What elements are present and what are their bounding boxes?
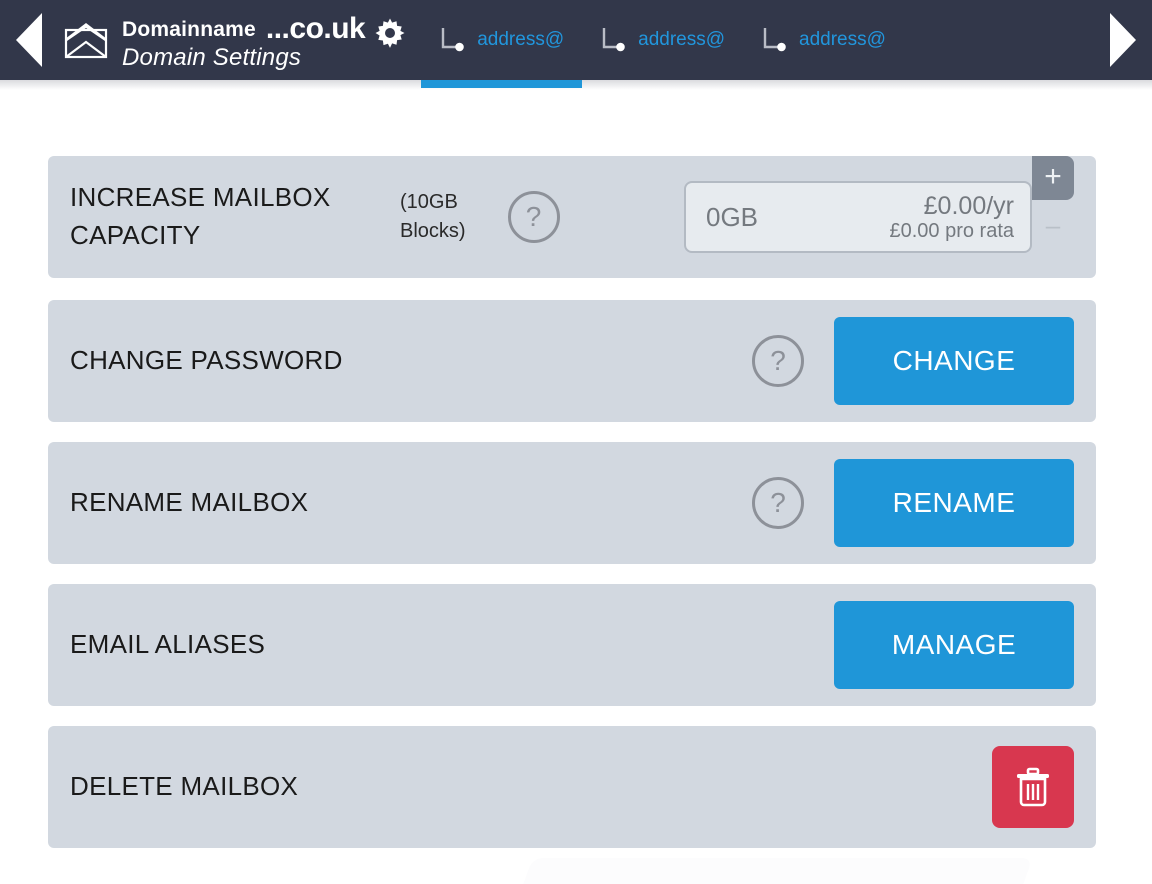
mailbox-branch-icon [602, 28, 625, 52]
capacity-price-group: £0.00/yr £0.00 pro rata [889, 192, 1014, 242]
page-subtitle: Domain Settings [122, 44, 302, 71]
mailbox-tab-2[interactable]: address@ [582, 0, 743, 80]
row-rename-mailbox: RENAME MAILBOX ? RENAME [48, 442, 1096, 564]
domain-tld: ...co.uk [265, 12, 366, 45]
mailbox-tab-label: address@ [638, 29, 726, 50]
row-title: RENAME MAILBOX [70, 487, 309, 518]
mailbox-tab-3[interactable]: address@ [743, 0, 904, 80]
prev-page-arrow[interactable] [0, 0, 58, 80]
mailbox-tab-1[interactable]: address@ [421, 0, 583, 88]
mailbox-tab-label: address@ [799, 29, 886, 50]
row-increase-mailbox-capacity: INCREASE MAILBOX CAPACITY (10GB Blocks) … [48, 156, 1096, 278]
capacity-help-icon[interactable]: ? [507, 191, 560, 243]
capacity-price-yearly: £0.00/yr [923, 191, 1014, 220]
capacity-increment-button[interactable]: + [1032, 156, 1074, 200]
delete-mailbox-button[interactable] [992, 746, 1074, 828]
envelope-icon [64, 23, 108, 59]
row-change-password: CHANGE PASSWORD ? CHANGE [48, 300, 1096, 422]
chevron-right-icon [1110, 13, 1136, 67]
trash-icon [1017, 767, 1049, 807]
row-title: DELETE MAILBOX [70, 771, 299, 802]
row-delete-mailbox: DELETE MAILBOX [48, 726, 1096, 848]
app-header: Domainname ...co.uk Domain Settings addr… [0, 0, 1152, 88]
capacity-stepper: + – [1032, 156, 1074, 258]
mailbox-tab-label: address@ [477, 29, 565, 50]
row-title: CHANGE PASSWORD [70, 345, 343, 376]
capacity-value: 0GB [706, 201, 759, 232]
brand-text: Domainname ...co.uk Domain Settings [122, 10, 366, 71]
bottom-partial-panel [523, 858, 1033, 884]
mailbox-branch-icon [763, 28, 786, 52]
rename-mailbox-button[interactable]: RENAME [834, 459, 1074, 547]
chevron-left-icon [16, 13, 42, 67]
mailbox-branch-icon [442, 28, 465, 52]
mailbox-tab-list: address@ address@ address@ [411, 0, 1094, 88]
app-root: Domainname ...co.uk Domain Settings addr… [0, 0, 1152, 884]
capacity-block-note: (10GB Blocks) [400, 191, 466, 242]
brand-block: Domainname ...co.uk Domain Settings [58, 0, 411, 80]
domain-name: Domainname [122, 18, 256, 41]
row-email-aliases: EMAIL ALIASES MANAGE [48, 584, 1096, 706]
capacity-decrement-button[interactable]: – [1046, 212, 1060, 238]
change-password-help-icon[interactable]: ? [752, 335, 804, 387]
manage-aliases-button[interactable]: MANAGE [834, 601, 1074, 689]
row-title: INCREASE MAILBOX CAPACITY [70, 182, 331, 250]
rename-mailbox-help-icon[interactable]: ? [752, 477, 804, 529]
next-page-arrow[interactable] [1094, 0, 1152, 80]
row-title: EMAIL ALIASES [70, 629, 266, 660]
active-tab-indicator [421, 80, 583, 88]
gear-icon[interactable] [373, 18, 407, 52]
brand-title-line: Domainname ...co.uk [122, 12, 366, 45]
capacity-price-prorata: £0.00 pro rata [889, 219, 1014, 242]
settings-list: INCREASE MAILBOX CAPACITY (10GB Blocks) … [0, 80, 1152, 848]
change-password-button[interactable]: CHANGE [834, 317, 1074, 405]
capacity-input-field[interactable]: 0GB £0.00/yr £0.00 pro rata [684, 181, 1032, 253]
